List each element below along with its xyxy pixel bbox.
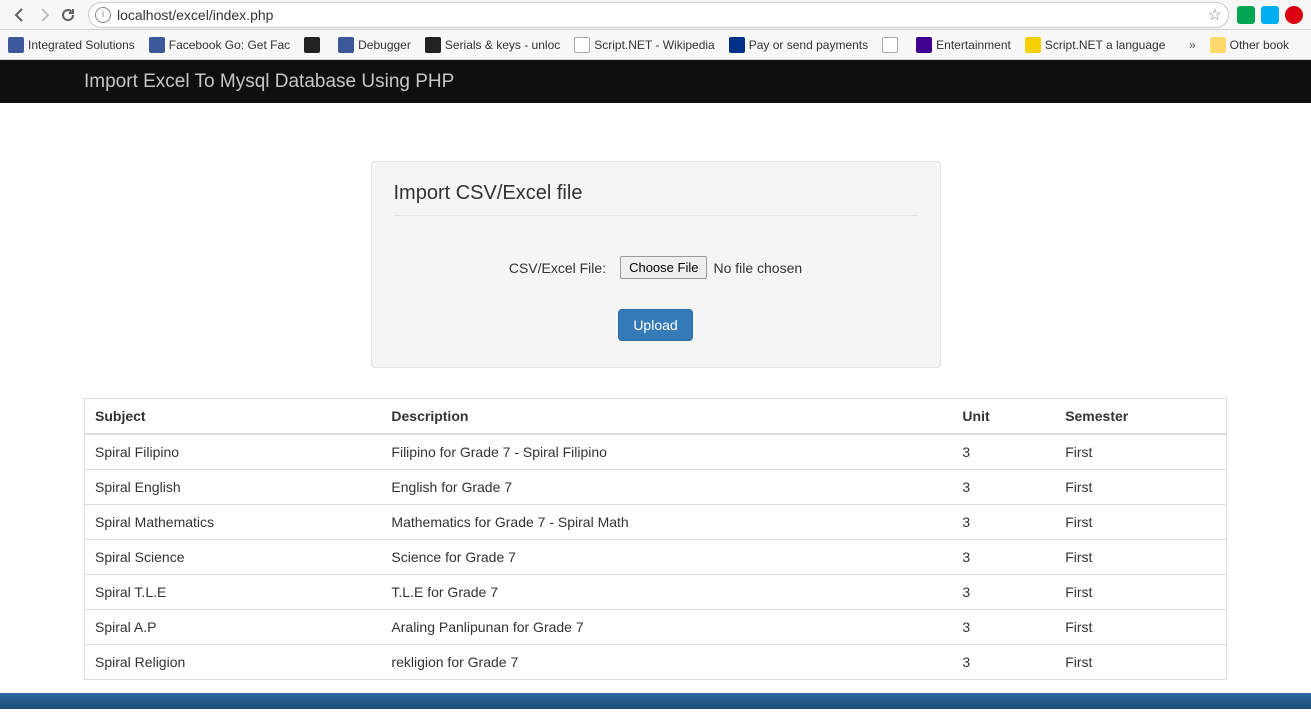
- bookmark-item[interactable]: Integrated Solutions: [8, 37, 135, 53]
- site-icon: [304, 37, 320, 53]
- bookmark-item[interactable]: [882, 37, 902, 53]
- overflow-icon[interactable]: »: [1189, 38, 1196, 52]
- site-icon: [1025, 37, 1041, 53]
- cell-description: Araling Panlipunan for Grade 7: [381, 610, 952, 645]
- facebook-icon: [8, 37, 24, 53]
- other-bookmarks[interactable]: Other book: [1210, 37, 1289, 53]
- bookmark-item[interactable]: Facebook Go: Get Fac: [149, 37, 290, 53]
- yahoo-icon: [916, 37, 932, 53]
- table-row: Spiral A.PAraling Panlipunan for Grade 7…: [85, 610, 1227, 645]
- bookmarks-bar: Integrated Solutions Facebook Go: Get Fa…: [0, 30, 1311, 60]
- back-button[interactable]: [8, 3, 32, 27]
- bookmark-item[interactable]: Pay or send payments: [729, 37, 868, 53]
- cell-subject: Spiral Mathematics: [85, 505, 382, 540]
- choose-file-button[interactable]: Choose File: [620, 256, 707, 279]
- file-label: CSV/Excel File:: [509, 260, 606, 276]
- page-header: Import Excel To Mysql Database Using PHP: [0, 60, 1311, 103]
- table-row: Spiral FilipinoFilipino for Grade 7 - Sp…: [85, 434, 1227, 470]
- cell-semester: First: [1055, 645, 1226, 680]
- cell-subject: Spiral English: [85, 470, 382, 505]
- cell-unit: 3: [952, 575, 1055, 610]
- cell-subject: Spiral Religion: [85, 645, 382, 680]
- facebook-icon: [338, 37, 354, 53]
- paypal-icon: [729, 37, 745, 53]
- bookmark-item[interactable]: Script.NET - Wikipedia: [574, 37, 714, 53]
- file-input-row: CSV/Excel File: Choose File No file chos…: [394, 256, 918, 279]
- cell-semester: First: [1055, 610, 1226, 645]
- opera-icon[interactable]: [1285, 6, 1303, 24]
- cell-unit: 3: [952, 540, 1055, 575]
- bookmark-item[interactable]: Debugger: [338, 37, 411, 53]
- page-title: Import Excel To Mysql Database Using PHP: [84, 71, 454, 93]
- bookmark-item[interactable]: [304, 37, 324, 53]
- table-row: Spiral Religionrekligion for Grade 73Fir…: [85, 645, 1227, 680]
- cell-description: Mathematics for Grade 7 - Spiral Math: [381, 505, 952, 540]
- reload-button[interactable]: [56, 3, 80, 27]
- cell-semester: First: [1055, 470, 1226, 505]
- cell-description: Science for Grade 7: [381, 540, 952, 575]
- extension-icons: [1237, 6, 1303, 24]
- cell-subject: Spiral Filipino: [85, 434, 382, 470]
- import-panel: Import CSV/Excel file CSV/Excel File: Ch…: [371, 161, 941, 368]
- cell-description: Filipino for Grade 7 - Spiral Filipino: [381, 434, 952, 470]
- cell-unit: 3: [952, 645, 1055, 680]
- bookmark-item[interactable]: Entertainment: [916, 37, 1011, 53]
- cell-unit: 3: [952, 434, 1055, 470]
- document-icon: [882, 37, 898, 53]
- address-bar[interactable]: i localhost/excel/index.php ☆: [88, 2, 1229, 28]
- star-icon[interactable]: ☆: [1208, 5, 1222, 25]
- forward-button: [32, 3, 56, 27]
- page-content: Import CSV/Excel file CSV/Excel File: Ch…: [0, 161, 1311, 720]
- cell-unit: 3: [952, 470, 1055, 505]
- col-subject: Subject: [85, 399, 382, 435]
- cell-semester: First: [1055, 434, 1226, 470]
- cell-semester: First: [1055, 505, 1226, 540]
- table-row: Spiral MathematicsMathematics for Grade …: [85, 505, 1227, 540]
- windows-taskbar[interactable]: [0, 693, 1311, 709]
- browser-toolbar: i localhost/excel/index.php ☆: [0, 0, 1311, 30]
- wikipedia-icon: [574, 37, 590, 53]
- cell-subject: Spiral T.L.E: [85, 575, 382, 610]
- facebook-icon: [149, 37, 165, 53]
- extension-icon[interactable]: [1237, 6, 1255, 24]
- table-header-row: Subject Description Unit Semester: [85, 399, 1227, 435]
- panel-title: Import CSV/Excel file: [394, 182, 918, 216]
- data-table: Subject Description Unit Semester Spiral…: [84, 398, 1227, 680]
- upload-button[interactable]: Upload: [618, 309, 692, 341]
- col-semester: Semester: [1055, 399, 1226, 435]
- table-row: Spiral ScienceScience for Grade 73First: [85, 540, 1227, 575]
- cell-unit: 3: [952, 505, 1055, 540]
- col-unit: Unit: [952, 399, 1055, 435]
- folder-icon: [1210, 37, 1226, 53]
- table-row: Spiral EnglishEnglish for Grade 73First: [85, 470, 1227, 505]
- cell-subject: Spiral Science: [85, 540, 382, 575]
- cell-description: rekligion for Grade 7: [381, 645, 952, 680]
- cell-semester: First: [1055, 575, 1226, 610]
- bookmark-item[interactable]: Script.NET a language: [1025, 37, 1166, 53]
- skype-icon[interactable]: [1261, 6, 1279, 24]
- file-status-text: No file chosen: [713, 260, 802, 276]
- cell-unit: 3: [952, 610, 1055, 645]
- info-icon[interactable]: i: [95, 7, 111, 23]
- cell-description: English for Grade 7: [381, 470, 952, 505]
- url-text: localhost/excel/index.php: [117, 7, 1202, 23]
- table-row: Spiral T.L.ET.L.E for Grade 73First: [85, 575, 1227, 610]
- file-input-wrap: Choose File No file chosen: [620, 256, 802, 279]
- cell-subject: Spiral A.P: [85, 610, 382, 645]
- site-icon: [425, 37, 441, 53]
- bookmark-item[interactable]: Serials & keys - unloc: [425, 37, 560, 53]
- cell-semester: First: [1055, 540, 1226, 575]
- cell-description: T.L.E for Grade 7: [381, 575, 952, 610]
- col-description: Description: [381, 399, 952, 435]
